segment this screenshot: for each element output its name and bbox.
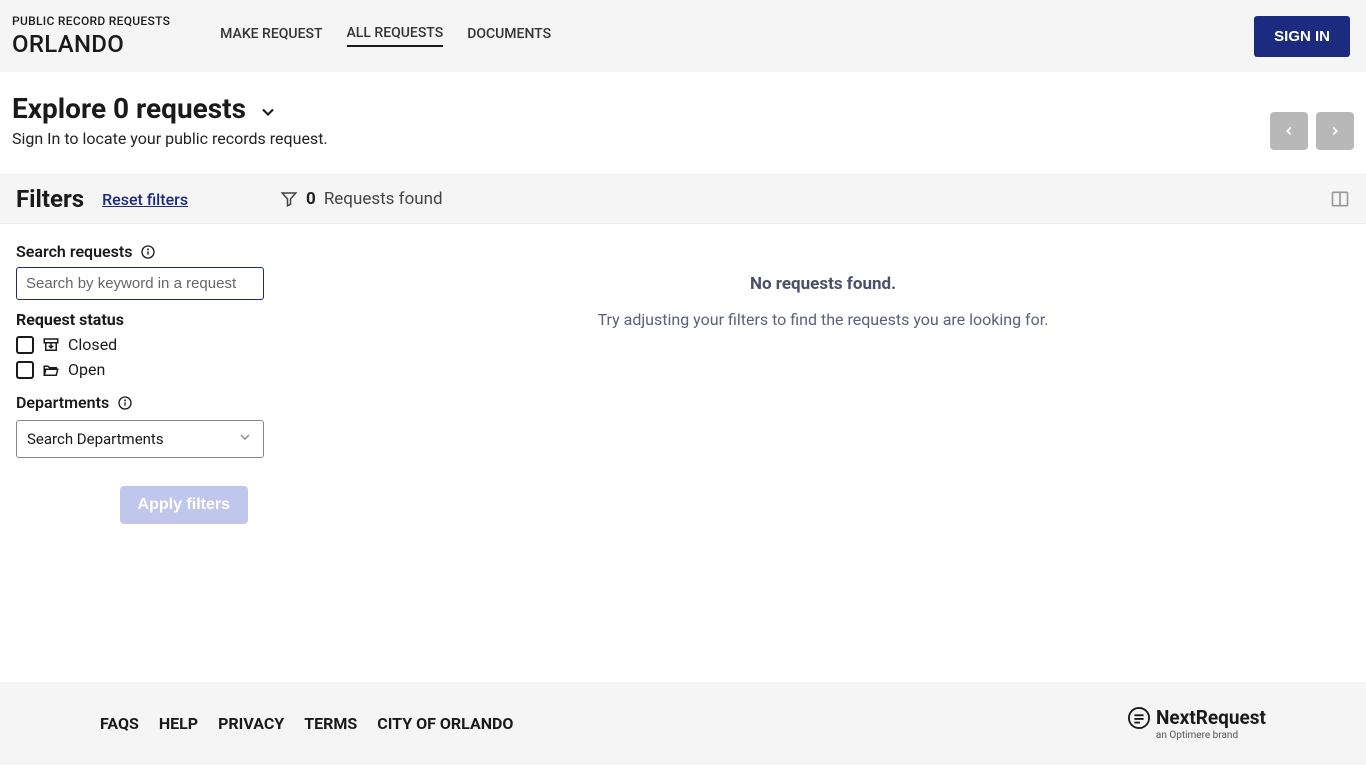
- filters-panel: Search requests Request status Closed Op…: [0, 224, 280, 542]
- search-input[interactable]: [16, 267, 264, 300]
- info-icon[interactable]: [140, 244, 156, 260]
- count-number: 0: [306, 189, 316, 209]
- nav-make-request[interactable]: MAKE REQUEST: [220, 26, 322, 46]
- footer: FAQS HELP PRIVACY TERMS CITY OF ORLANDO …: [0, 682, 1366, 765]
- brand-name: ORLANDO: [12, 30, 170, 58]
- page-subtitle: Sign In to locate your public records re…: [12, 129, 1270, 148]
- count-label: Requests found: [324, 189, 443, 209]
- footer-help[interactable]: HELP: [159, 714, 198, 733]
- footer-city[interactable]: CITY OF ORLANDO: [377, 714, 513, 733]
- nextrequest-subtitle: an Optimere brand: [1156, 730, 1238, 741]
- reset-filters-link[interactable]: Reset filters: [102, 190, 188, 209]
- header-bar: PUBLIC RECORD REQUESTS ORLANDO MAKE REQU…: [0, 0, 1366, 72]
- page-title-section: Explore 0 requests Sign In to locate you…: [0, 72, 1366, 174]
- filters-title: Filters: [16, 185, 84, 213]
- folder-open-icon: [40, 361, 62, 379]
- departments-select[interactable]: Search Departments: [16, 420, 264, 458]
- footer-brand: NextRequest an Optimere brand: [1128, 706, 1266, 741]
- prev-page-button[interactable]: [1270, 112, 1308, 150]
- filters-bar: Filters Reset filters 0 Requests found: [0, 174, 1366, 224]
- open-label: Open: [68, 360, 105, 379]
- open-checkbox[interactable]: [16, 361, 34, 379]
- status-label: Request status: [16, 310, 264, 329]
- apply-filters-button[interactable]: Apply filters: [120, 486, 248, 524]
- filter-icon: [280, 190, 298, 208]
- nextrequest-label: NextRequest: [1156, 706, 1266, 729]
- requests-count: 0 Requests found: [280, 189, 443, 209]
- pager: [1270, 112, 1354, 150]
- main-content: Search requests Request status Closed Op…: [0, 224, 1366, 542]
- search-label: Search requests: [16, 242, 132, 261]
- closed-label: Closed: [68, 335, 117, 354]
- nav-documents[interactable]: DOCUMENTS: [467, 26, 551, 46]
- page-title: Explore 0 requests: [12, 92, 246, 125]
- info-icon[interactable]: [117, 395, 133, 411]
- departments-label: Departments: [16, 393, 109, 412]
- top-nav: MAKE REQUEST ALL REQUESTS DOCUMENTS: [220, 25, 551, 47]
- footer-terms[interactable]: TERMS: [304, 714, 357, 733]
- footer-privacy[interactable]: PRIVACY: [218, 714, 284, 733]
- footer-faqs[interactable]: FAQS: [100, 714, 139, 733]
- status-open-row: Open: [16, 360, 264, 379]
- columns-icon[interactable]: [1330, 189, 1350, 209]
- no-results-title: No requests found.: [300, 274, 1346, 294]
- footer-links: FAQS HELP PRIVACY TERMS CITY OF ORLANDO: [100, 714, 513, 733]
- status-closed-row: Closed: [16, 335, 264, 354]
- results-panel: No requests found. Try adjusting your fi…: [280, 224, 1366, 542]
- chevron-down-icon[interactable]: [258, 102, 278, 122]
- chevron-down-icon: [237, 429, 253, 449]
- closed-checkbox[interactable]: [16, 336, 34, 354]
- signin-button[interactable]: SIGN IN: [1254, 16, 1350, 57]
- nextrequest-logo: NextRequest: [1128, 706, 1266, 729]
- nav-all-requests[interactable]: ALL REQUESTS: [347, 25, 444, 47]
- next-page-button[interactable]: [1316, 112, 1354, 150]
- departments-placeholder: Search Departments: [27, 430, 164, 448]
- no-results-subtitle: Try adjusting your filters to find the r…: [300, 310, 1346, 329]
- brand-top-label: PUBLIC RECORD REQUESTS: [12, 14, 170, 28]
- archive-icon: [40, 336, 62, 354]
- brand: PUBLIC RECORD REQUESTS ORLANDO: [12, 14, 170, 58]
